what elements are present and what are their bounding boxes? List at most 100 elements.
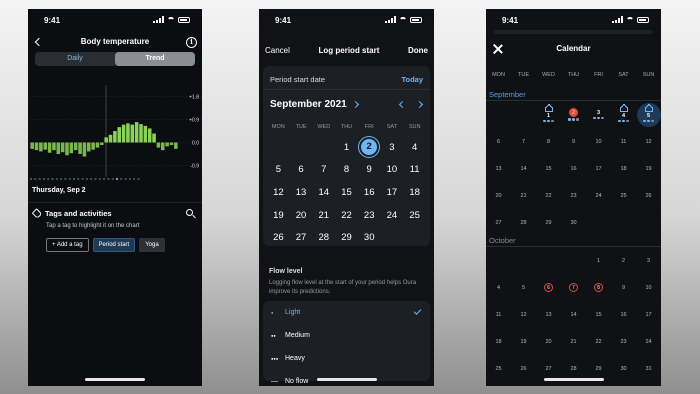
add-tag-button[interactable]: + Add a tag [46,238,89,252]
temp-bar[interactable] [134,122,139,143]
temp-bar[interactable] [121,124,126,143]
temp-bar[interactable] [126,123,130,143]
temp-bar[interactable] [104,137,108,143]
day-cell[interactable]: 24 [636,328,661,355]
day-cell[interactable]: 6 [290,159,313,182]
day-cell[interactable]: 16 [358,181,381,204]
tab-trend[interactable]: Trend [115,52,195,66]
temp-bar[interactable] [113,131,117,143]
temp-bar[interactable] [60,142,65,153]
day-cell[interactable]: 24 [586,182,611,209]
day-cell[interactable]: 8 [586,274,611,301]
day-cell[interactable]: 20 [486,182,511,209]
day-cell[interactable]: 3 [381,136,404,159]
temp-bar[interactable] [86,142,91,152]
day-cell[interactable]: 8 [335,159,358,182]
yoga-chip[interactable]: Yoga [139,238,165,252]
temp-bar[interactable] [34,142,39,151]
day-cell[interactable]: 18 [486,328,511,355]
day-cell[interactable]: 10 [586,128,611,155]
day-cell[interactable]: 2 [561,101,586,128]
day-cell[interactable]: 22 [536,182,561,209]
day-cell[interactable]: 17 [636,301,661,328]
day-cell[interactable]: 22 [586,328,611,355]
day-cell[interactable]: 26 [636,182,661,209]
day-cell[interactable]: 22 [335,204,358,227]
period-start-chip[interactable]: Period start [92,238,136,252]
day-cell[interactable]: 19 [511,328,536,355]
day-cell[interactable]: 15 [586,301,611,328]
day-cell[interactable]: 9 [358,159,381,182]
temp-bar[interactable] [65,142,69,156]
day-cell[interactable]: 13 [290,181,313,204]
temp-bar[interactable] [143,125,148,143]
day-cell[interactable]: 30 [611,355,636,382]
temp-bar[interactable] [82,142,87,157]
day-cell[interactable]: 11 [486,301,511,328]
day-cell[interactable]: 13 [486,155,511,182]
day-cell[interactable]: 9 [561,128,586,155]
info-icon[interactable]: i [186,37,197,48]
flow-option-medium[interactable]: ●● Medium [263,324,430,347]
cancel-button[interactable]: Cancel [265,46,290,55]
day-cell[interactable]: 28 [312,226,335,249]
day-cell[interactable]: 20 [290,204,313,227]
temp-bar[interactable] [156,142,161,148]
day-cell[interactable]: 12 [267,181,290,204]
next-month-icon[interactable] [415,100,424,108]
day-cell[interactable]: 14 [561,301,586,328]
day-cell[interactable]: 13 [536,301,561,328]
day-cell[interactable]: 2 [611,247,636,274]
day-cell[interactable]: 2 [358,136,381,159]
day-cell[interactable]: 26 [511,355,536,382]
day-cell[interactable]: 25 [611,182,636,209]
day-cell[interactable]: 5 [636,101,661,128]
temp-bar[interactable] [43,142,48,150]
day-cell[interactable]: 9 [611,274,636,301]
temp-bar[interactable] [147,128,152,143]
day-cell[interactable]: 27 [290,226,313,249]
day-cell[interactable]: 4 [611,101,636,128]
temp-bar[interactable] [73,142,78,151]
search-icon[interactable] [186,209,193,216]
temp-bar[interactable] [169,142,174,146]
day-cell[interactable]: 19 [636,155,661,182]
day-cell[interactable]: 1 [536,101,561,128]
temp-bar[interactable] [78,142,82,155]
temp-bar[interactable] [130,124,135,143]
day-cell[interactable]: 16 [611,301,636,328]
day-cell[interactable]: 17 [586,155,611,182]
day-cell[interactable]: 15 [335,181,358,204]
temp-bar[interactable] [108,134,113,143]
day-cell[interactable]: 7 [312,159,335,182]
day-cell[interactable]: 11 [611,128,636,155]
temp-bar[interactable] [69,142,74,154]
back-icon[interactable] [34,37,44,47]
day-cell[interactable]: 29 [536,209,561,236]
day-cell[interactable]: 7 [511,128,536,155]
day-cell[interactable]: 7 [561,274,586,301]
day-cell[interactable]: 10 [636,274,661,301]
day-cell[interactable]: 11 [403,159,426,182]
temp-bar[interactable] [165,142,169,147]
day-cell[interactable]: 20 [536,328,561,355]
day-cell[interactable]: 18 [403,181,426,204]
flow-option-light[interactable]: ● Light [263,301,430,324]
day-cell[interactable]: 14 [511,155,536,182]
day-cell[interactable]: 15 [536,155,561,182]
day-cell[interactable]: 31 [636,355,661,382]
day-cell[interactable]: 25 [403,204,426,227]
day-cell[interactable]: 29 [335,226,358,249]
temp-bar[interactable] [117,127,122,143]
day-cell[interactable]: 17 [381,181,404,204]
temp-bar[interactable] [39,142,43,152]
day-cell[interactable]: 6 [486,128,511,155]
temp-bar[interactable] [100,142,104,146]
tab-daily[interactable]: Daily [35,52,115,66]
day-cell[interactable]: 16 [561,155,586,182]
day-cell[interactable]: 12 [511,301,536,328]
temp-bar[interactable] [47,142,52,153]
temp-bar[interactable] [91,142,95,150]
day-cell[interactable]: 8 [536,128,561,155]
day-cell[interactable]: 4 [486,274,511,301]
